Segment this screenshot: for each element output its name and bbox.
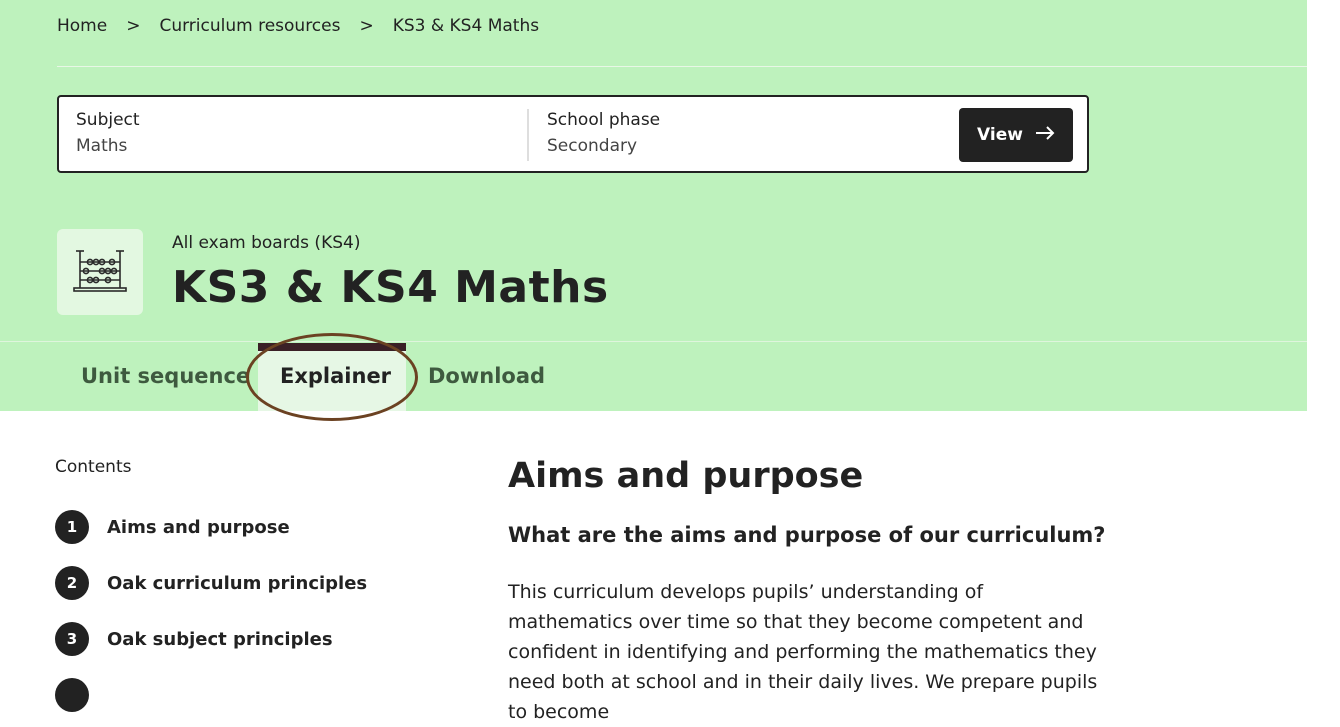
breadcrumb-separator: > — [359, 16, 374, 36]
contents-number — [55, 678, 89, 712]
subject-icon-container — [57, 229, 143, 315]
section-subheading: What are the aims and purpose of our cur… — [508, 523, 1106, 547]
subject-dropdown[interactable]: Subject Maths — [76, 110, 140, 156]
view-button[interactable]: View — [959, 108, 1073, 162]
divider — [527, 109, 529, 161]
school-phase-dropdown[interactable]: School phase Secondary — [547, 110, 660, 156]
tab-unit-sequence[interactable]: Unit sequence — [81, 364, 250, 388]
contents-item-aims[interactable]: 1 Aims and purpose — [55, 510, 290, 544]
breadcrumb-separator: > — [126, 16, 141, 36]
contents-item-curriculum-principles[interactable]: 2 Oak curriculum principles — [55, 566, 367, 600]
section-heading: Aims and purpose — [508, 456, 864, 496]
contents-heading: Contents — [55, 457, 132, 477]
subject-phase-selector: Subject Maths School phase Secondary Vie… — [57, 95, 1089, 173]
contents-number: 3 — [55, 622, 89, 656]
subject-label: Subject — [76, 110, 140, 130]
subject-value: Maths — [76, 136, 128, 156]
divider — [57, 66, 1307, 67]
arrow-right-icon — [1035, 125, 1055, 145]
page-title: KS3 & KS4 Maths — [172, 262, 609, 313]
active-tab-indicator — [258, 343, 406, 351]
section-paragraph: This curriculum develops pupils’ underst… — [508, 581, 1098, 723]
breadcrumb-curriculum-resources[interactable]: Curriculum resources — [159, 16, 340, 36]
contents-number: 2 — [55, 566, 89, 600]
divider — [0, 341, 1307, 342]
contents-item-label: Aims and purpose — [107, 516, 290, 538]
exam-board-subtitle: All exam boards (KS4) — [172, 233, 361, 253]
phase-value: Secondary — [547, 136, 638, 156]
contents-item-label: Oak subject principles — [107, 628, 333, 650]
view-button-label: View — [977, 125, 1023, 145]
contents-item-partial[interactable] — [55, 678, 89, 712]
phase-label: School phase — [547, 110, 661, 130]
tab-download[interactable]: Download — [428, 364, 545, 388]
breadcrumb-home[interactable]: Home — [57, 16, 107, 36]
breadcrumb-current[interactable]: KS3 & KS4 Maths — [393, 16, 539, 36]
contents-item-subject-principles[interactable]: 3 Oak subject principles — [55, 622, 333, 656]
hero-banner — [0, 0, 1307, 411]
abacus-icon — [72, 248, 128, 296]
contents-item-label: Oak curriculum principles — [107, 572, 368, 594]
tab-explainer[interactable]: Explainer — [280, 364, 391, 388]
breadcrumb: Home > Curriculum resources > KS3 & KS4 … — [57, 16, 539, 36]
contents-number: 1 — [55, 510, 89, 544]
